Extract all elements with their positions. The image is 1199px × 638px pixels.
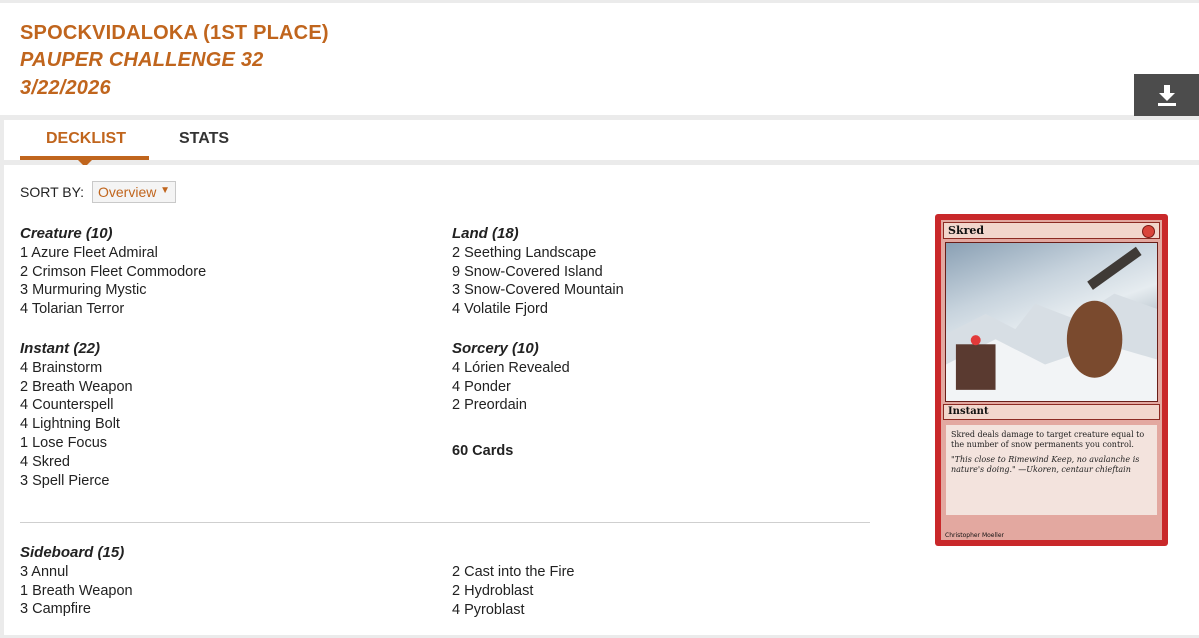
card-art	[945, 242, 1158, 402]
card-line[interactable]: 2 Seething Landscape	[452, 244, 624, 263]
tab-stats[interactable]: STATS	[179, 130, 229, 148]
card-rules-text: Skred deals damage to target creature eq…	[951, 430, 1145, 449]
card-line[interactable]: 4 Skred	[20, 453, 133, 472]
group-title: Instant (22)	[20, 340, 101, 357]
group-title: Land (18)	[452, 225, 519, 242]
card-artist: Christopher Moeller	[945, 532, 1004, 539]
group-sideboard-right: 2 Cast into the Fire 2 Hydroblast 4 Pyro…	[452, 563, 575, 619]
tab-decklist[interactable]: DECKLIST	[46, 130, 126, 148]
card-name-text: Skred	[948, 224, 985, 237]
download-icon	[1157, 85, 1176, 106]
group-instant: Instant (22) 4 Brainstorm 2 Breath Weapo…	[20, 340, 133, 490]
red-mana-icon	[1142, 225, 1155, 238]
card-type: Instant	[948, 406, 989, 417]
group-land: Land (18) 2 Seething Landscape 9 Snow-Co…	[452, 225, 624, 319]
card-total: 60 Cards	[452, 443, 514, 459]
card-line[interactable]: 4 Ponder	[452, 378, 570, 397]
card-line[interactable]: 1 Azure Fleet Admiral	[20, 244, 206, 263]
deck-header: SPOCKVIDALOKA (1ST PLACE) PAUPER CHALLEN…	[0, 3, 1199, 115]
group-title: Sideboard (15)	[20, 544, 125, 561]
card-line[interactable]: 2 Hydroblast	[452, 582, 575, 601]
card-line[interactable]: 9 Snow-Covered Island	[452, 263, 624, 282]
group-title: Sorcery (10)	[452, 340, 539, 357]
decklist-panel: SORT BY: Overview ▼ Creature (10) 1 Azur…	[4, 165, 1199, 635]
sort-selected-value: Overview	[98, 184, 157, 200]
card-line[interactable]: 2 Crimson Fleet Commodore	[20, 263, 206, 282]
card-line[interactable]: 2 Preordain	[452, 396, 570, 415]
card-line[interactable]: 1 Lose Focus	[20, 434, 133, 453]
event-date: 3/22/2026	[20, 77, 111, 99]
card-line[interactable]: 2 Breath Weapon	[20, 378, 133, 397]
card-line[interactable]: 4 Lightning Bolt	[20, 415, 133, 434]
divider	[20, 522, 870, 523]
card-frame: Skred Instant Skred deals damage to targ…	[941, 220, 1162, 540]
card-line[interactable]: 3 Murmuring Mystic	[20, 281, 206, 300]
card-line[interactable]: 4 Brainstorm	[20, 359, 133, 378]
card-line[interactable]: 3 Spell Pierce	[20, 472, 133, 491]
player-title: SPOCKVIDALOKA (1ST PLACE)	[20, 22, 329, 44]
card-line[interactable]: 3 Snow-Covered Mountain	[452, 281, 624, 300]
card-line[interactable]: 3 Annul	[20, 563, 133, 582]
group-creature: Creature (10) 1 Azure Fleet Admiral 2 Cr…	[20, 225, 206, 319]
download-button[interactable]	[1134, 74, 1199, 116]
card-preview-image: Skred Instant Skred deals damage to targ…	[935, 214, 1168, 546]
tab-bar: DECKLIST STATS	[4, 120, 1199, 167]
card-text-box: Skred deals damage to target creature eq…	[946, 425, 1157, 515]
event-title: PAUPER CHALLENGE 32	[20, 49, 264, 71]
card-line[interactable]: 4 Tolarian Terror	[20, 300, 206, 319]
group-title: Creature (10)	[20, 225, 113, 242]
card-flavor-text: "This close to Rimewind Keep, no avalanc…	[951, 455, 1140, 474]
sort-select[interactable]: Overview ▼	[92, 181, 176, 203]
card-line[interactable]: 3 Campfire	[20, 600, 133, 619]
chevron-down-icon: ▼	[160, 185, 170, 196]
card-line[interactable]: 4 Counterspell	[20, 396, 133, 415]
card-line[interactable]: 4 Pyroblast	[452, 601, 575, 620]
sort-label: SORT BY:	[20, 184, 85, 200]
card-line[interactable]: 2 Cast into the Fire	[452, 563, 575, 582]
group-sideboard: Sideboard (15) 3 Annul 1 Breath Weapon 3…	[20, 544, 133, 619]
group-sorcery: Sorcery (10) 4 Lórien Revealed 4 Ponder …	[452, 340, 570, 415]
card-line[interactable]: 4 Volatile Fjord	[452, 300, 624, 319]
card-type-line: Instant	[943, 404, 1160, 420]
card-art-illustration	[946, 246, 1157, 401]
card-line[interactable]: 4 Lórien Revealed	[452, 359, 570, 378]
card-name: Skred	[943, 222, 1160, 239]
card-line[interactable]: 1 Breath Weapon	[20, 582, 133, 601]
